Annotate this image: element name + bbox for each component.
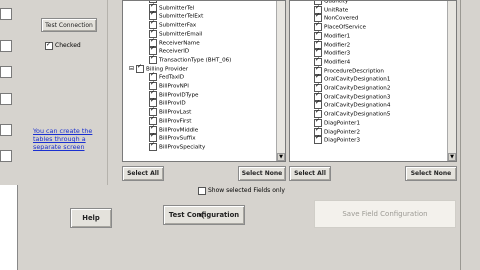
left-input-4[interactable] — [0, 93, 12, 105]
field-row[interactable]: OralCavityDesignation3 — [314, 91, 391, 102]
field-label: OralCavityDesignation2 — [324, 85, 391, 92]
field-checkbox[interactable] — [136, 63, 145, 73]
field-label: OralCavityDesignation4 — [324, 102, 391, 109]
field-row[interactable]: DiagPointer1 — [314, 117, 361, 128]
right-select-all-button[interactable]: Select All — [289, 166, 331, 181]
field-row[interactable]: DiagPointer3 — [314, 134, 361, 145]
field-row[interactable]: BillProvFirst — [149, 115, 192, 126]
field-label: SubmitterFax — [159, 22, 197, 29]
field-row[interactable]: BillProvSuffix — [149, 132, 196, 143]
field-row[interactable]: BillProvMiddle — [149, 124, 199, 135]
show-selected-checkbox[interactable] — [198, 186, 206, 195]
field-checkbox[interactable] — [149, 54, 157, 64]
field-label: OralCavityDesignation3 — [324, 94, 391, 101]
field-label: BillProvFirst — [159, 118, 192, 125]
field-label: Modifier4 — [324, 59, 351, 66]
field-row[interactable]: BillProvSpecialty — [149, 141, 206, 152]
field-label: ReceiverID — [159, 48, 190, 55]
field-label: DiagPointer1 — [324, 120, 361, 127]
field-label: PlaceOfService — [324, 24, 366, 31]
field-label: BillProvMiddle — [159, 127, 199, 133]
field-label: SubmitterTel — [159, 5, 195, 12]
field-label: Quantity — [324, 0, 349, 5]
left-fields-scrollbar[interactable]: ▼ — [276, 1, 285, 161]
left-input-2[interactable] — [0, 40, 12, 52]
help-button[interactable]: Help — [70, 208, 112, 228]
field-label: BillProvNPI — [159, 83, 189, 90]
left-input-5[interactable] — [0, 124, 12, 136]
field-row[interactable]: NonCovered — [314, 12, 359, 23]
checked-label: Checked — [55, 42, 81, 49]
field-label: ProcedureDescription — [324, 68, 384, 75]
left-select-all-button[interactable]: Select All — [122, 166, 164, 181]
field-label: TransactionType (BHT_06) — [159, 57, 232, 64]
left-input-6[interactable] — [0, 150, 12, 162]
field-label: OralCavityDesignation1 — [324, 76, 391, 83]
field-label: BillProvSuffix — [159, 135, 196, 142]
field-row[interactable]: OralCavityDesignation4 — [314, 99, 391, 110]
field-label: SubmitterTelExt — [159, 13, 204, 20]
left-fields-list: SubmitterContact SubmitterTelSubmitterTel… — [125, 1, 275, 161]
test-connection-button[interactable]: Test Connection — [41, 18, 97, 32]
right-divider — [460, 0, 461, 270]
field-label: Modifier3 — [324, 50, 351, 57]
field-row[interactable]: SubmitterTel — [149, 2, 195, 13]
field-row[interactable]: SubmitterEmail — [149, 28, 203, 39]
field-label: FedTaxID — [159, 74, 185, 81]
field-label: SubmitterEmail — [159, 31, 203, 38]
field-label: OralCavityDesignation5 — [324, 111, 391, 118]
field-label: BillProvLast — [159, 109, 192, 116]
right-select-none-button[interactable]: Select None — [405, 166, 457, 181]
field-row[interactable]: ProcedureDescription — [314, 65, 384, 76]
tree-group-row[interactable]: ⊟Billing Provider — [129, 63, 188, 74]
field-label: DiagPointer2 — [324, 129, 361, 135]
field-row[interactable]: OralCavityDesignation5 — [314, 108, 391, 119]
save-field-configuration-button[interactable]: Save Field Configuration — [314, 200, 456, 228]
field-label: SubmitterContact — [159, 1, 209, 3]
right-fields-list: Quantity UnitRateNonCovered PlaceOfService… — [314, 0, 444, 161]
field-label: Modifier2 — [324, 42, 351, 48]
field-label: BillProvSpecialty — [159, 144, 206, 151]
field-row[interactable]: PlaceOfService — [314, 21, 366, 32]
create-tables-link[interactable]: You can create the tables through a sepa… — [33, 127, 103, 151]
checked-checkbox-row[interactable]: Checked — [45, 40, 81, 50]
field-label: DiagPointer3 — [324, 137, 361, 144]
show-selected-label: Show selected Fields only — [208, 187, 285, 194]
right-fields-tree[interactable]: Quantity UnitRateNonCovered PlaceOfService… — [289, 0, 457, 162]
field-checkbox[interactable] — [149, 141, 157, 151]
field-row[interactable]: DiagPointer2 — [314, 126, 361, 137]
field-label: UnitRate — [324, 7, 349, 14]
left-scroll-down-icon[interactable]: ▼ — [277, 153, 285, 161]
field-label: NonCovered — [324, 15, 359, 22]
field-row[interactable]: SubmitterTelExt — [149, 10, 204, 21]
collapse-icon[interactable]: ⊟ — [129, 65, 134, 72]
field-label: BillProvID — [159, 100, 186, 107]
field-label: ReceiverName — [159, 40, 200, 46]
field-row[interactable]: SubmitterFax — [149, 19, 197, 30]
left-select-none-button[interactable]: Select None — [238, 166, 286, 181]
field-row[interactable]: BillProvLast — [149, 106, 192, 117]
field-checkbox[interactable] — [314, 134, 322, 145]
checked-checkbox[interactable] — [45, 40, 53, 50]
show-selected-row[interactable]: Show selected Fields only — [198, 186, 285, 195]
field-row[interactable]: TransactionType (BHT_06) — [149, 54, 232, 65]
field-row[interactable]: OralCavityDesignation2 — [314, 82, 391, 93]
left-fields-tree[interactable]: SubmitterContact SubmitterTelSubmitterTel… — [122, 0, 286, 162]
left-input-3[interactable] — [0, 66, 12, 78]
right-fields-scrollbar[interactable]: ▼ — [447, 1, 456, 161]
field-row[interactable]: OralCavityDesignation1 — [314, 73, 391, 84]
field-row[interactable]: ReceiverName — [149, 37, 200, 48]
field-row[interactable]: BillProvIDType — [149, 89, 199, 100]
left-bottom-area — [0, 185, 18, 270]
field-label: Modifier1 — [324, 33, 351, 40]
left-input-1[interactable] — [0, 8, 12, 20]
field-label: BillProvIDType — [159, 92, 199, 99]
cursor-icon: ↖ — [198, 212, 206, 222]
right-scroll-down-icon[interactable]: ▼ — [448, 153, 456, 161]
